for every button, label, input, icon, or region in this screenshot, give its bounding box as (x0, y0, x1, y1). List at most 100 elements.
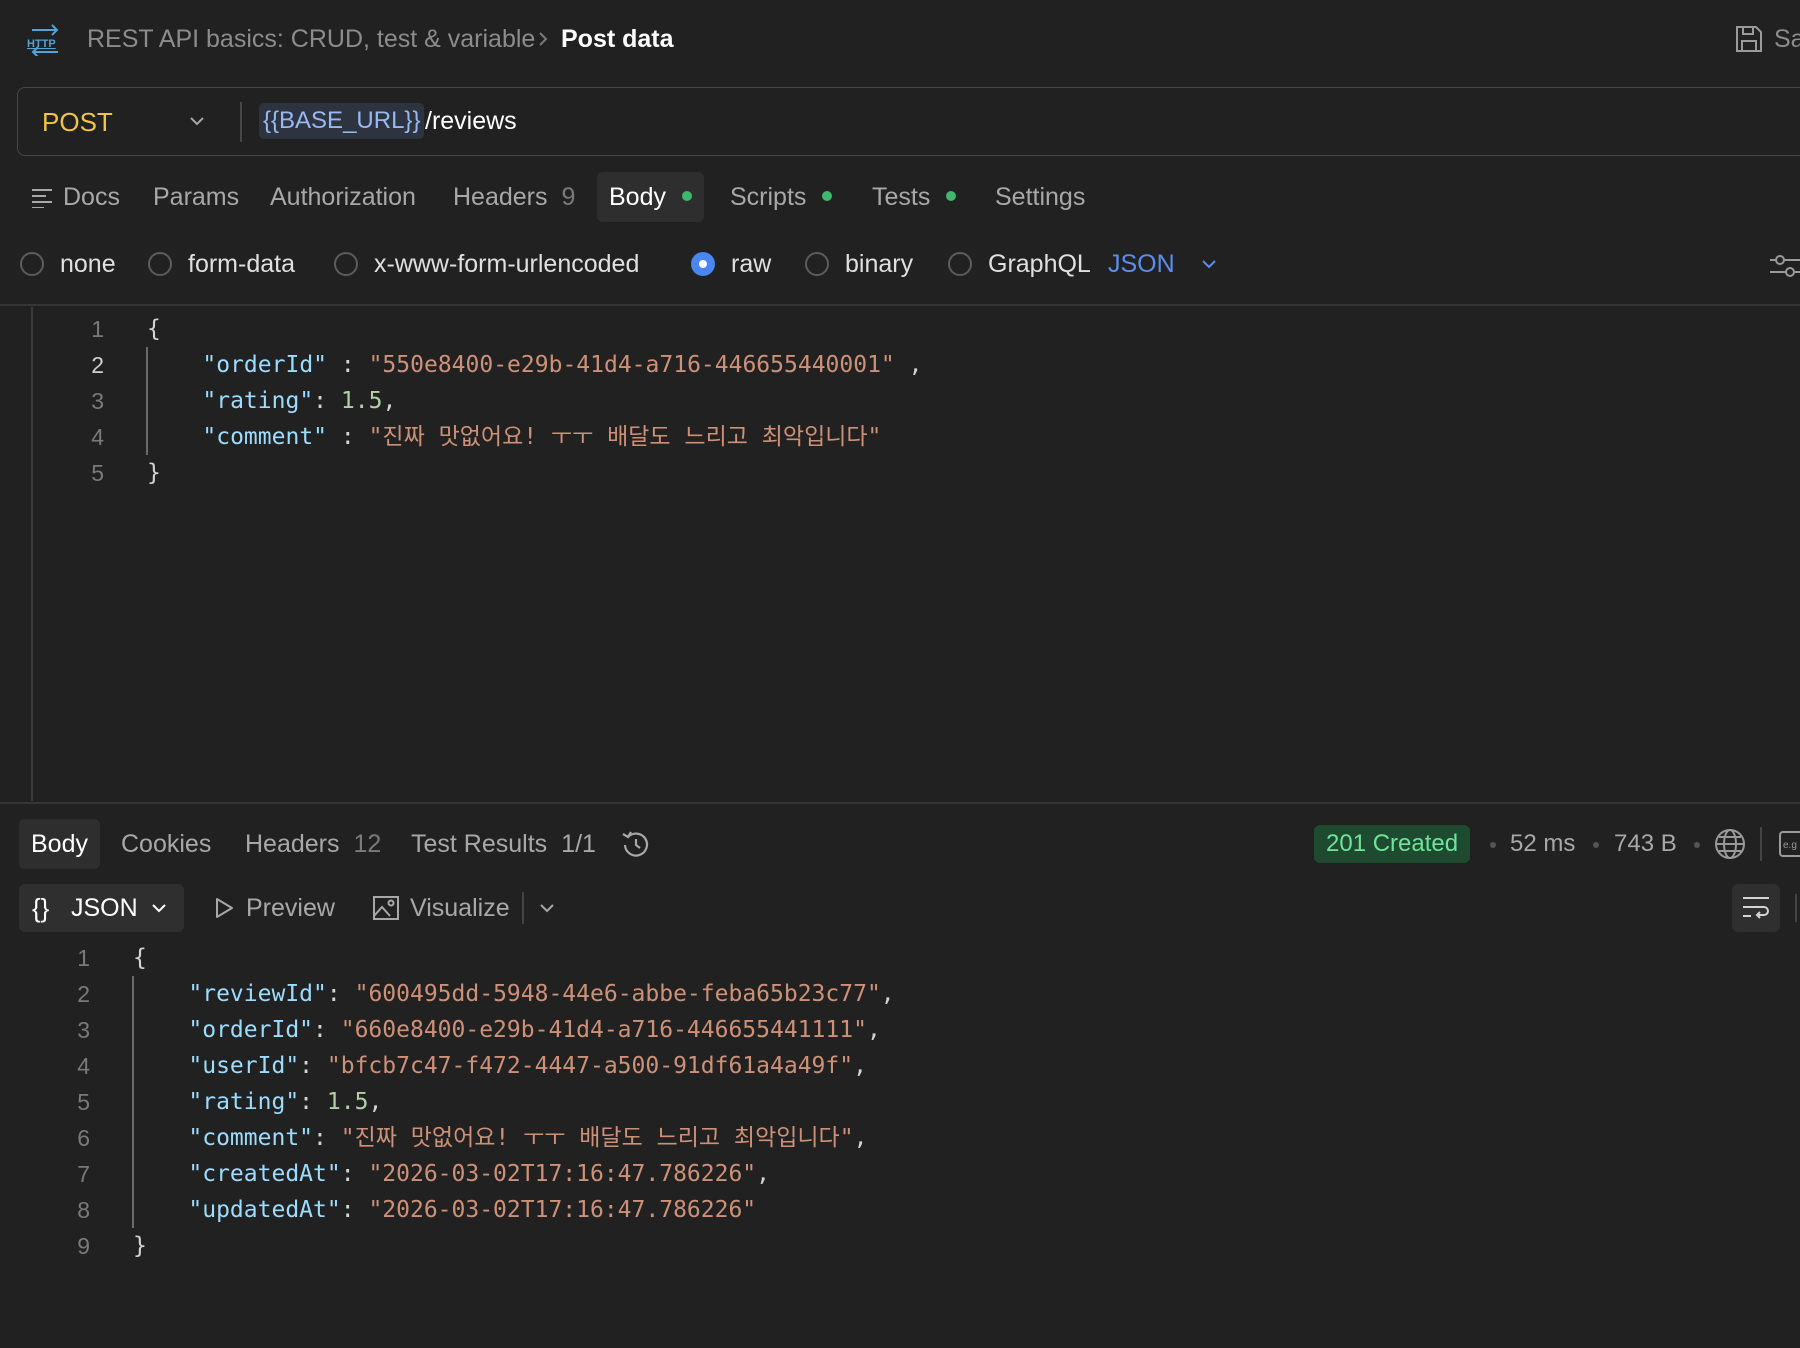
code-line[interactable]: { (147, 311, 161, 347)
resp-tab-body[interactable]: Body (19, 819, 100, 869)
chevron-down-icon[interactable] (188, 114, 206, 128)
response-time[interactable]: 52 ms (1510, 825, 1575, 863)
indent-guide (132, 976, 134, 1228)
code-line[interactable]: "orderId": "660e8400-e29b-41d4-a716-4466… (133, 1012, 880, 1048)
radio-raw-button[interactable] (691, 252, 715, 276)
radio-raw-label: raw (731, 249, 772, 278)
visualize-button[interactable]: Visualize (372, 884, 510, 932)
code-line[interactable]: } (147, 455, 161, 491)
headers-count: 9 (561, 183, 576, 211)
url-bar: POST {{BASE_URL}} /reviews (17, 87, 1800, 156)
resp-tab-test-results-label: Test Results (411, 830, 548, 858)
radio-raw[interactable]: raw (691, 244, 771, 284)
radio-graphql-button[interactable] (948, 252, 972, 276)
tab-headers[interactable]: Headers 9 (453, 172, 575, 222)
code-line[interactable]: "rating": 1.5, (147, 383, 396, 419)
tab-docs[interactable]: Docs (63, 172, 120, 222)
radio-none-label: none (60, 249, 116, 278)
preview-button[interactable]: Preview (212, 884, 335, 932)
url-variable[interactable]: {{BASE_URL}} (259, 103, 425, 139)
response-tabs: Body Cookies Headers 12 Test Results 1/1 2… (0, 819, 1800, 869)
radio-binary-button[interactable] (805, 252, 829, 276)
language-select[interactable]: JSON (1108, 244, 1175, 284)
line-number: 2 (91, 352, 104, 378)
chevron-right-icon (539, 32, 548, 46)
resp-tab-test-results[interactable]: Test Results 1/1 (411, 819, 596, 869)
tab-tests[interactable]: Tests (872, 172, 957, 222)
format-select[interactable]: {} JSON (19, 884, 184, 932)
line-number: 5 (91, 460, 104, 486)
code-line[interactable]: "orderId" : "550e8400-e29b-41d4-a716-446… (147, 347, 922, 383)
method-select[interactable]: POST (42, 102, 113, 142)
code-line[interactable]: "reviewId": "600495dd-5948-44e6-abbe-feb… (133, 976, 894, 1012)
globe-icon[interactable] (1714, 828, 1746, 860)
tab-params[interactable]: Params (153, 172, 239, 222)
request-body-editor[interactable]: 1 {2 "orderId" : "550e8400-e29b-41d4-a716… (0, 307, 1800, 801)
docs-icon (32, 189, 52, 208)
radio-form-data[interactable]: form-data (148, 244, 295, 284)
line-number: 4 (91, 424, 104, 450)
beautify-icon[interactable] (1770, 254, 1800, 278)
meta-separator (1593, 842, 1599, 848)
save-icon[interactable] (1734, 24, 1764, 54)
svg-text:HTTP: HTTP (27, 38, 56, 50)
chevron-down-icon (152, 904, 166, 913)
radio-none-button[interactable] (20, 252, 44, 276)
code-line[interactable]: "rating": 1.5, (133, 1084, 382, 1120)
code-line[interactable]: "updatedAt": "2026-03-02T17:16:47.786226… (133, 1192, 756, 1228)
code-line[interactable]: "userId": "bfcb7c47-f472-4447-a500-91df6… (133, 1048, 867, 1084)
status-badge[interactable]: 201 Created (1314, 825, 1471, 863)
save-button[interactable]: Sa (1774, 22, 1800, 56)
visualize-label: Visualize (410, 893, 510, 922)
response-body-viewer[interactable]: 1 {2 "reviewId": "600495dd-5948-44e6-abbe… (0, 940, 1800, 1340)
line-number: 1 (91, 316, 104, 342)
code-line[interactable]: { (133, 940, 147, 976)
radio-binary-label: binary (845, 249, 914, 278)
radio-graphql-label: GraphQL (988, 249, 1091, 278)
image-icon (373, 896, 399, 920)
request-tabs: Docs Params Authorization Headers 9 Body … (0, 172, 1800, 222)
line-number: 7 (77, 1161, 90, 1187)
divider (1760, 827, 1762, 861)
top-bar: HTTP REST API basics: CRUD, test & varia… (0, 0, 1800, 78)
breadcrumb-current[interactable]: Post data (561, 22, 674, 56)
preview-label: Preview (246, 893, 335, 922)
history-icon[interactable] (620, 829, 652, 861)
resp-tab-headers[interactable]: Headers 12 (245, 819, 381, 869)
chevron-down-icon[interactable] (1201, 258, 1217, 270)
wrap-button[interactable] (1732, 884, 1780, 932)
radio-urlencoded[interactable]: x-www-form-urlencoded (334, 244, 639, 284)
tests-dot (946, 191, 957, 202)
line-number: 4 (77, 1053, 90, 1079)
breadcrumb-parent[interactable]: REST API basics: CRUD, test & variable (87, 22, 535, 56)
code-line[interactable]: "createdAt": "2026-03-02T17:16:47.786226… (133, 1156, 770, 1192)
tab-body-label: Body (609, 183, 666, 211)
line-number: 8 (77, 1197, 90, 1223)
tab-scripts[interactable]: Scripts (730, 172, 833, 222)
tab-settings[interactable]: Settings (995, 172, 1085, 222)
tab-body[interactable]: Body (597, 172, 704, 222)
radio-form-data-label: form-data (188, 249, 295, 278)
example-icon[interactable]: e.g (1779, 831, 1800, 857)
resp-tab-cookies[interactable]: Cookies (121, 819, 211, 869)
code-line[interactable]: "comment" : "진짜 맛없어요! ㅜㅜ 배달도 느리고 최악입니다" (147, 419, 881, 455)
response-size[interactable]: 743 B (1614, 825, 1677, 863)
line-number: 3 (77, 1017, 90, 1043)
radio-binary[interactable]: binary (805, 244, 913, 284)
radio-form-data-button[interactable] (148, 252, 172, 276)
radio-none[interactable]: none (20, 244, 116, 284)
body-dot (681, 191, 692, 202)
divider (522, 892, 524, 924)
chevron-down-icon[interactable] (539, 902, 555, 914)
url-input[interactable]: /reviews (425, 102, 517, 140)
line-number: 2 (77, 981, 90, 1007)
radio-urlencoded-label: x-www-form-urlencoded (374, 249, 640, 278)
code-line[interactable]: } (133, 1228, 147, 1264)
radio-urlencoded-button[interactable] (334, 252, 358, 276)
divider (0, 802, 1800, 804)
code-line[interactable]: "comment": "진짜 맛없어요! ㅜㅜ 배달도 느리고 최악입니다", (133, 1120, 867, 1156)
body-type-options: none form-data x-www-form-urlencoded raw… (0, 244, 1800, 284)
tab-authorization[interactable]: Authorization (270, 172, 416, 222)
http-icon: HTTP (27, 24, 59, 56)
radio-graphql[interactable]: GraphQL (948, 244, 1091, 284)
